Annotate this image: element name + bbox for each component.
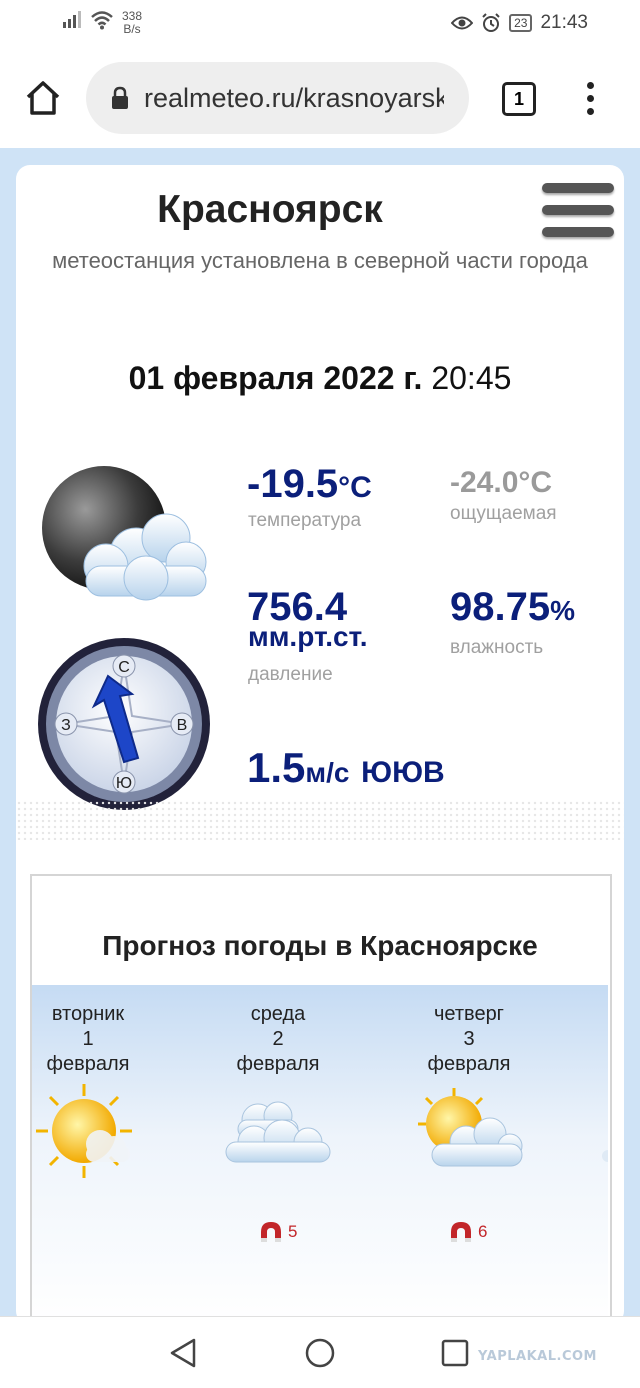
- home-nav-icon[interactable]: [304, 1337, 336, 1369]
- cloudy-icon: [225, 1101, 331, 1163]
- humidity-unit: %: [550, 595, 576, 626]
- feels-like-label: ощущаемая: [450, 503, 557, 524]
- battery-indicator: 23: [509, 14, 533, 32]
- forecast-daynum: 3: [463, 1028, 475, 1050]
- back-icon[interactable]: [168, 1337, 198, 1369]
- menu-icon[interactable]: [542, 183, 614, 239]
- url-text: realmeteo.ru/krasnoyarsk: [144, 82, 444, 113]
- forecast-month: февраля: [427, 1053, 511, 1075]
- compass-north: С: [118, 659, 130, 676]
- station-description: метеостанция установлена в северной част…: [52, 248, 588, 273]
- status-left: 338 B/s: [62, 10, 142, 36]
- forecast-month: февраля: [236, 1053, 320, 1075]
- wind-speed: 1.5: [247, 744, 306, 791]
- home-icon[interactable]: [24, 80, 62, 116]
- wind-value: 1.5м/с ЮЮВ: [247, 744, 445, 792]
- compass-west: З: [61, 717, 71, 734]
- magnet-icon: [261, 1222, 281, 1242]
- compass-east: В: [177, 717, 188, 734]
- night-cloudy-icon: [42, 466, 207, 601]
- decorative-dots: [16, 800, 624, 840]
- forecast-weekday: вторник: [51, 1003, 125, 1025]
- status-bar: 338 B/s 23 21:43: [0, 0, 640, 48]
- page-title: Красноярск: [157, 188, 383, 231]
- observation-datetime: 01 февраля 2022 г. 20:45: [0, 360, 640, 397]
- sun-cloud-icon: [36, 1084, 132, 1178]
- magnet-icon: [451, 1222, 471, 1242]
- network-speed-unit: B/s: [123, 22, 141, 36]
- feels-like-value: -24.0°C: [450, 466, 553, 499]
- wind-unit: м/с: [305, 757, 350, 788]
- humidity-label: влажность: [450, 637, 544, 658]
- wind-direction: ЮЮВ: [361, 756, 445, 789]
- forecast-day[interactable]: среда 2 февраля: [208, 1002, 348, 1077]
- wind-compass-icon: С Ю З В: [38, 638, 210, 810]
- overflow-menu-icon[interactable]: [582, 82, 598, 116]
- temperature-unit: °C: [338, 471, 372, 504]
- magnetic-level: 5: [288, 1222, 298, 1241]
- forecast-month: февраля: [46, 1053, 130, 1075]
- humidity-value: 98.75%: [450, 585, 575, 630]
- clock: 21:43: [540, 12, 588, 33]
- watermark-text: YAPLAKAL.COM: [478, 1349, 597, 1364]
- browser-toolbar: realmeteo.ru/krasnoyarsk 1: [0, 48, 640, 148]
- temperature-number: -19.5: [247, 462, 339, 506]
- network-speed: 338 B/s: [122, 10, 142, 36]
- status-right: 23 21:43: [451, 12, 588, 34]
- forecast-day[interactable]: четверг 3 февраля: [399, 1002, 539, 1077]
- temperature-label: температура: [248, 510, 362, 531]
- eye-icon: [451, 16, 474, 30]
- address-bar[interactable]: realmeteo.ru/krasnoyarsk: [86, 62, 469, 134]
- forecast-weekday: четверг: [434, 1003, 504, 1025]
- observation-date: 01 февраля 2022 г.: [128, 360, 423, 396]
- pressure-unit: мм.рт.ст.: [248, 621, 368, 652]
- recents-icon[interactable]: [441, 1339, 469, 1367]
- forecast-title: Прогноз погоды в Красноярске: [102, 930, 538, 961]
- magnetic-level: 6: [478, 1222, 488, 1241]
- lock-icon: [112, 86, 128, 109]
- sun-cloud-icon: [418, 1088, 523, 1167]
- alarm-icon: [482, 13, 500, 32]
- temperature-value: -19.5°C: [247, 462, 372, 507]
- forecast-weekday: среда: [250, 1003, 306, 1025]
- signal-icon: [63, 11, 81, 28]
- compass-south: Ю: [116, 775, 132, 792]
- wifi-icon: [91, 11, 113, 30]
- forecast-day[interactable]: вторник 1 февраля: [18, 1002, 158, 1077]
- forecast-daynum: 2: [272, 1028, 284, 1050]
- pressure-label: давление: [248, 664, 333, 685]
- humidity-number: 98.75: [450, 585, 551, 629]
- observation-time: 20:45: [431, 360, 512, 396]
- forecast-daynum: 1: [82, 1028, 94, 1050]
- partial-icon: [602, 1150, 608, 1162]
- magnetic-storm-indicator: 5: [258, 1220, 297, 1244]
- tab-switcher-button[interactable]: 1: [502, 82, 536, 116]
- magnetic-storm-indicator: 6: [448, 1220, 487, 1244]
